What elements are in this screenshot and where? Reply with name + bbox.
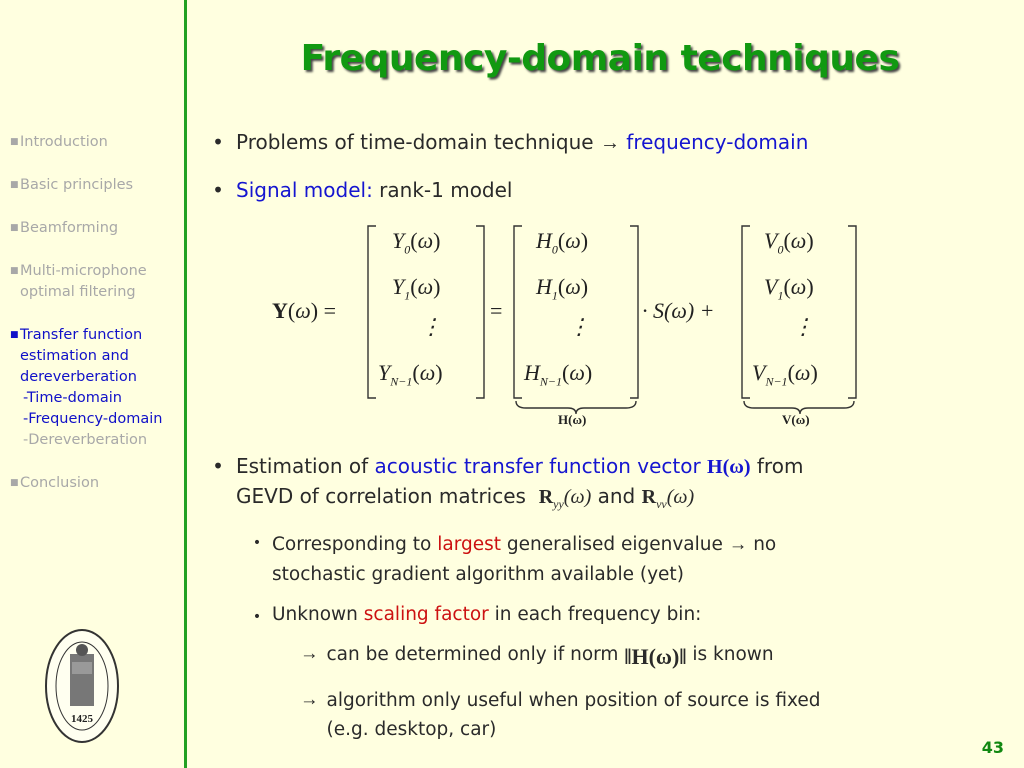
bullet-dot: • xyxy=(212,130,224,154)
h-dots: ⋮ xyxy=(568,314,590,339)
sidebar-subitem-frequency-domain[interactable]: -Frequency-domain xyxy=(20,411,162,427)
sidebar-nav: ■ Introduction ■ Basic principles ■ Beam… xyxy=(10,132,185,516)
bullet-icon: ■ xyxy=(10,478,19,488)
bullet-problems: • Problems of time-domain technique → fr… xyxy=(200,130,808,155)
y1: Y1(ω) xyxy=(392,274,441,303)
sidebar-item-multi-microphone[interactable]: ■ Multi-microphone optimal filtering xyxy=(10,261,185,303)
v1: V1(ω) xyxy=(764,274,814,303)
h1: H1(ω) xyxy=(536,274,589,303)
times-s-plus: · S(ω) + xyxy=(642,298,715,323)
signal-model-equation: Y(ω) = Y0(ω) Y1(ω) ⋮ YN−1(ω) = H0(ω) H1(… xyxy=(270,218,890,433)
subbullet-fixed: → algorithm only useful when position of… xyxy=(300,686,821,744)
arrow-icon: → xyxy=(728,535,748,555)
bullet-icon: ■ xyxy=(10,223,19,233)
sidebar-subitem-dereverberation[interactable]: -Dereverberation xyxy=(20,432,147,448)
hn: HN−1(ω) xyxy=(524,360,593,389)
bullet-icon: ■ xyxy=(10,137,19,147)
sidebar-item-introduction[interactable]: ■ Introduction xyxy=(10,132,185,153)
bullet-icon: ■ xyxy=(10,330,19,340)
h0: H0(ω) xyxy=(536,228,589,257)
y-dots: ⋮ xyxy=(420,314,442,339)
v0: V0(ω) xyxy=(764,228,814,257)
sidebar-item-beamforming[interactable]: ■ Beamforming xyxy=(10,218,185,239)
page-number: 43 xyxy=(981,738,1004,757)
h-label: H(ω) xyxy=(558,412,587,427)
bullet-dot: • xyxy=(252,609,262,625)
slide-title: Frequency-domain techniques xyxy=(300,38,900,79)
university-seal-logo: 1425 xyxy=(45,629,119,743)
v-label: V(ω) xyxy=(782,412,810,427)
bullet-signal-model: • Signal model: rank-1 model xyxy=(200,178,512,202)
bullet-dot: • xyxy=(212,178,224,202)
v-dots: ⋮ xyxy=(792,314,814,339)
bullet-dot: • xyxy=(212,454,224,478)
bullet-dot: • xyxy=(252,535,262,551)
yn: YN−1(ω) xyxy=(378,360,443,389)
subbullet-scaling: • Unknown scaling factor in each frequen… xyxy=(242,604,702,631)
h-omega-math: H(ω) xyxy=(707,456,751,478)
ryy-math: Ryy(ω) xyxy=(538,486,592,511)
subbullet-norm: → can be determined only if norm ‖H(ω)‖ … xyxy=(300,644,774,669)
arrow-icon: → xyxy=(300,644,319,664)
sidebar-item-transfer-function[interactable]: ■ Transfer function estimation and derev… xyxy=(10,325,185,451)
bullet-estimation: • Estimation of acoustic transfer functi… xyxy=(200,452,803,519)
y0: Y0(ω) xyxy=(392,228,441,257)
arrow-icon: → xyxy=(599,132,620,154)
norm-math: ‖H(ω)‖ xyxy=(624,644,687,669)
vn: VN−1(ω) xyxy=(752,360,818,389)
bullet-icon: ■ xyxy=(10,266,19,276)
svg-text:1425: 1425 xyxy=(71,713,94,725)
sidebar-item-basic-principles[interactable]: ■ Basic principles xyxy=(10,175,185,196)
subbullet-largest: • Corresponding to largest generalised e… xyxy=(242,530,776,590)
sidebar-subitem-time-domain[interactable]: -Time-domain xyxy=(20,390,122,406)
sidebar-item-conclusion[interactable]: ■ Conclusion xyxy=(10,473,185,494)
bullet-icon: ■ xyxy=(10,180,19,190)
rvv-math: Rvv(ω) xyxy=(641,486,695,511)
arrow-icon: → xyxy=(300,690,319,710)
